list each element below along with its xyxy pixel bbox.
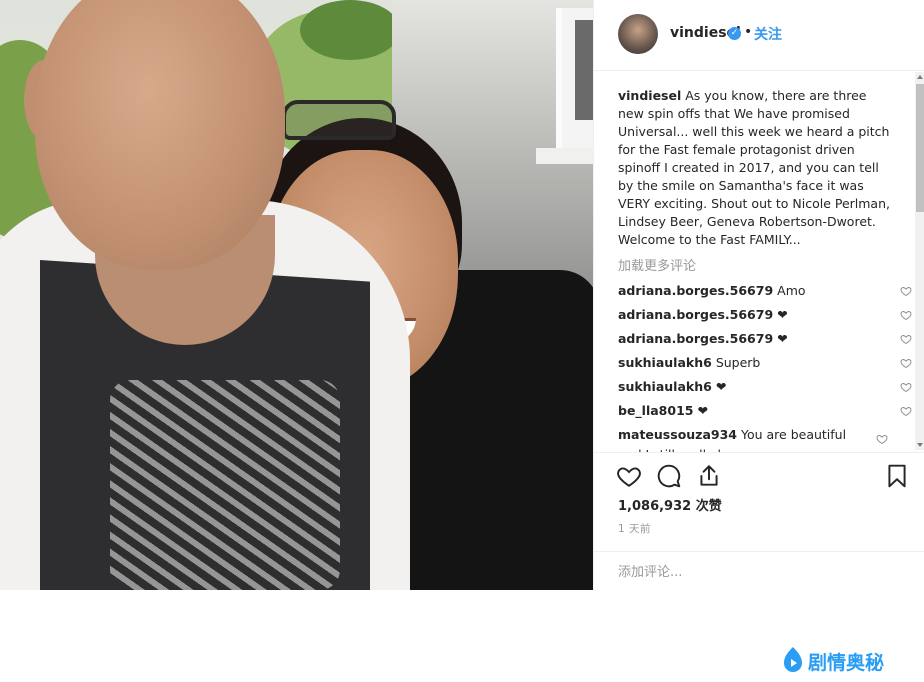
scrollbar-thumb[interactable] <box>916 84 924 212</box>
like-comment-heart-icon[interactable] <box>900 285 912 297</box>
comment-text: ❤ <box>715 379 727 394</box>
sunglasses <box>282 100 396 140</box>
avatar[interactable] <box>618 14 658 54</box>
background-window-sill <box>536 148 593 164</box>
like-comment-heart-icon[interactable] <box>900 357 912 369</box>
like-comment-heart-icon[interactable] <box>900 309 912 321</box>
comments-scrollbar[interactable] <box>915 72 924 450</box>
comment-item: sukhiaulakh6 ❤ <box>618 377 912 397</box>
comment-username[interactable]: adriana.borges.56679 <box>618 307 773 322</box>
comment-text: Superb <box>715 355 761 370</box>
background-window-pane <box>575 20 593 120</box>
comment-item: sukhiaulakh6 Superb <box>618 353 912 373</box>
heart-icon[interactable] <box>616 463 642 489</box>
load-more-comments-button[interactable]: 加载更多评论 <box>618 255 696 274</box>
bookmark-icon[interactable] <box>884 463 910 489</box>
follow-button[interactable]: 关注 <box>754 24 782 44</box>
comment-username[interactable]: mateussouza934 <box>618 427 737 442</box>
post-photo[interactable] <box>0 0 593 590</box>
header-separator: • <box>744 24 753 40</box>
comment-username[interactable]: adriana.borges.56679 <box>618 283 773 298</box>
caption-username[interactable]: vindiesel <box>618 88 681 103</box>
post-side-panel: vindiesel ✓ • 关注 vindiesel As you know, … <box>593 0 924 674</box>
post-header: vindiesel ✓ • 关注 <box>594 0 924 71</box>
watermark-text: 剧情奥秘 <box>808 652 885 674</box>
post-actions: 1,086,932 次赞 1 天前 剧情奥秘 <box>594 452 924 674</box>
like-comment-heart-icon[interactable] <box>900 333 912 345</box>
comment-item: adriana.borges.56679 ❤ <box>618 329 912 349</box>
comment-text: ❤ <box>777 307 788 322</box>
like-comment-heart-icon[interactable] <box>900 381 912 393</box>
like-count[interactable]: 1,086,932 次赞 <box>618 495 722 514</box>
share-icon[interactable] <box>696 463 722 489</box>
post-timestamp[interactable]: 1 天前 <box>618 521 651 536</box>
comment-username[interactable]: sukhiaulakh6 <box>618 355 712 370</box>
scroll-up-arrow-icon[interactable] <box>917 75 923 79</box>
comment-input[interactable] <box>616 560 780 584</box>
add-comment-bar: 剧情奥秘 <box>594 551 924 674</box>
like-comment-heart-icon[interactable] <box>900 405 912 417</box>
comment-text: ❤ <box>777 331 788 346</box>
comments-list[interactable]: vindiesel As you know, there are three n… <box>594 71 914 452</box>
comment-icon[interactable] <box>656 463 682 489</box>
comment-item: adriana.borges.56679 Amo <box>618 281 912 301</box>
comment-username[interactable]: sukhiaulakh6 <box>618 379 712 394</box>
comment-text: ❤ <box>697 403 708 418</box>
comment-item: adriana.borges.56679 ❤ <box>618 305 912 325</box>
post-caption: vindiesel As you know, there are three n… <box>618 87 890 249</box>
comment-item: be_lla8015 ❤ <box>618 401 912 421</box>
verified-badge-icon: ✓ <box>728 27 741 40</box>
caption-text: As you know, there are three new spin of… <box>618 88 890 247</box>
background-plant <box>300 0 400 60</box>
man-shirt-print <box>110 380 340 590</box>
like-comment-heart-icon[interactable] <box>876 433 888 445</box>
comment-item: mateussouza934You are beautiful and I st… <box>618 425 888 452</box>
comment-username[interactable]: adriana.borges.56679 <box>618 331 773 346</box>
man-head <box>35 0 285 270</box>
comment-text: Amo <box>777 283 806 298</box>
comment-username[interactable]: be_lla8015 <box>618 403 693 418</box>
watermark-logo-icon <box>784 647 802 672</box>
scroll-down-arrow-icon[interactable] <box>917 443 923 447</box>
